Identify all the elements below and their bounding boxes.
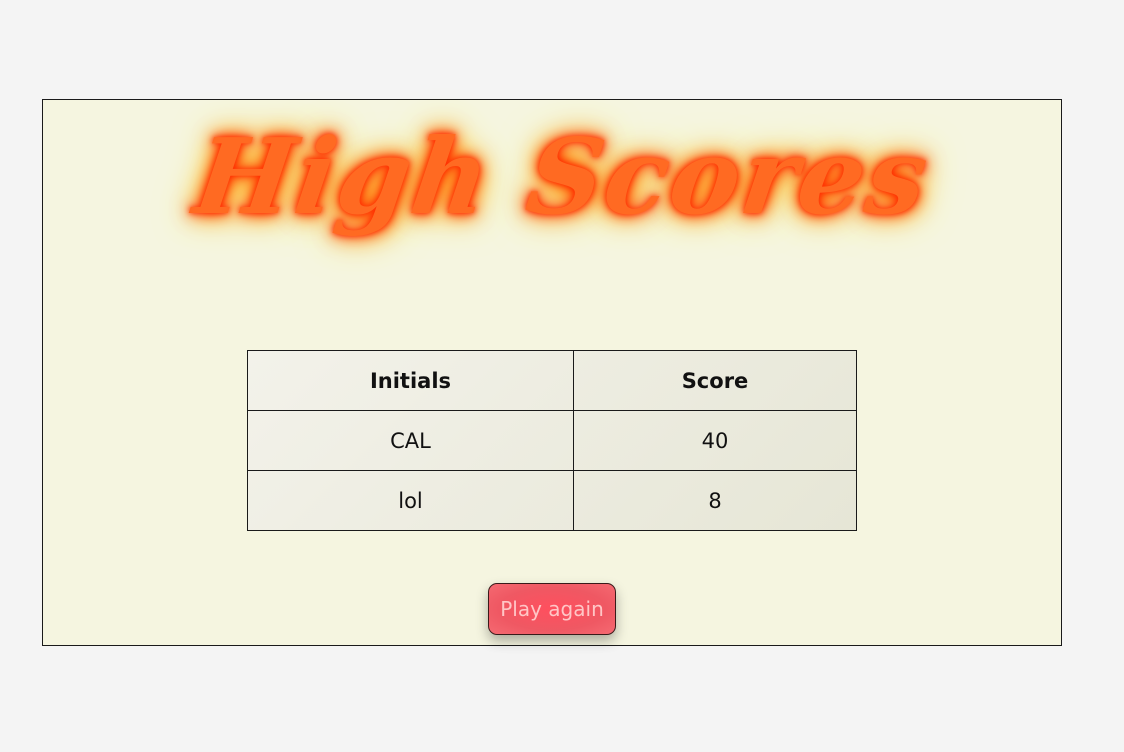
score-cell: 40: [573, 410, 857, 471]
page-title: High Scores: [187, 115, 937, 238]
score-cell: 8: [573, 470, 857, 531]
table-header-row: Initials Score: [247, 350, 857, 411]
play-again-button[interactable]: Play again: [488, 583, 616, 635]
initials-cell: lol: [247, 470, 574, 531]
column-header-initials: Initials: [247, 350, 574, 411]
high-scores-table: Initials Score CAL 40 lol 8: [247, 350, 857, 531]
table-row: CAL 40: [247, 410, 857, 471]
table-row: lol 8: [247, 470, 857, 531]
initials-cell: CAL: [247, 410, 574, 471]
column-header-score: Score: [573, 350, 857, 411]
